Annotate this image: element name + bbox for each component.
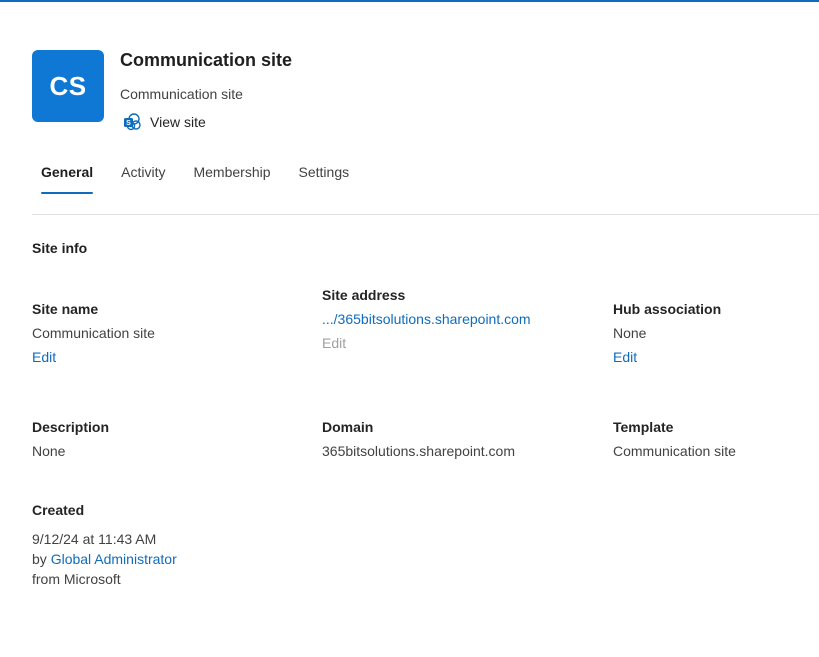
field-template: Template Communication site [613, 417, 736, 461]
field-site-address: Site address .../365bitsolutions.sharepo… [322, 285, 531, 353]
tab-general[interactable]: General [32, 158, 102, 194]
tab-settings[interactable]: Settings [290, 158, 359, 194]
site-address-link[interactable]: .../365bitsolutions.sharepoint.com [322, 309, 531, 329]
section-title-site-info: Site info [32, 240, 88, 256]
site-name-value: Communication site [32, 325, 155, 341]
view-site-link[interactable]: S View site [122, 112, 206, 132]
site-name-label: Site name [32, 301, 99, 317]
domain-value: 365bitsolutions.sharepoint.com [322, 443, 516, 459]
template-value: Communication site [613, 443, 736, 459]
created-from: from Microsoft [32, 571, 121, 587]
site-avatar: CS [32, 50, 104, 122]
created-by-user-link[interactable]: Global Administrator [51, 551, 177, 567]
description-value: None [32, 443, 66, 459]
field-created: Created 9/12/24 at 11:43 AM by Global Ad… [32, 500, 177, 589]
created-date: 9/12/24 at 11:43 AM [32, 531, 157, 547]
template-label: Template [613, 419, 674, 435]
top-accent-bar [0, 0, 819, 2]
created-by-line: by Global Administrator [32, 549, 177, 569]
field-site-name: Site name Communication site Edit [32, 299, 155, 367]
created-by-prefix: by [32, 551, 47, 567]
view-site-label: View site [150, 114, 206, 130]
created-label: Created [32, 502, 85, 518]
tabs-divider [32, 214, 819, 215]
hub-association-label: Hub association [613, 301, 722, 317]
site-name-edit-link[interactable]: Edit [32, 347, 155, 367]
hub-association-value: None [613, 325, 647, 341]
page-title: Communication site [120, 50, 293, 70]
description-label: Description [32, 419, 110, 435]
page-subtitle: Communication site [120, 86, 243, 102]
tab-activity[interactable]: Activity [112, 158, 174, 194]
avatar-initials: CS [49, 70, 87, 101]
tab-membership[interactable]: Membership [184, 158, 279, 194]
site-address-label: Site address [322, 287, 406, 303]
field-domain: Domain 365bitsolutions.sharepoint.com [322, 417, 515, 461]
field-hub-association: Hub association None Edit [613, 299, 721, 367]
field-description: Description None [32, 417, 109, 461]
sharepoint-icon: S [122, 112, 142, 132]
site-address-edit-disabled: Edit [322, 335, 347, 351]
svg-text:S: S [126, 120, 131, 127]
domain-label: Domain [322, 419, 374, 435]
hub-association-edit-link[interactable]: Edit [613, 347, 721, 367]
tab-bar: General Activity Membership Settings [32, 158, 368, 194]
